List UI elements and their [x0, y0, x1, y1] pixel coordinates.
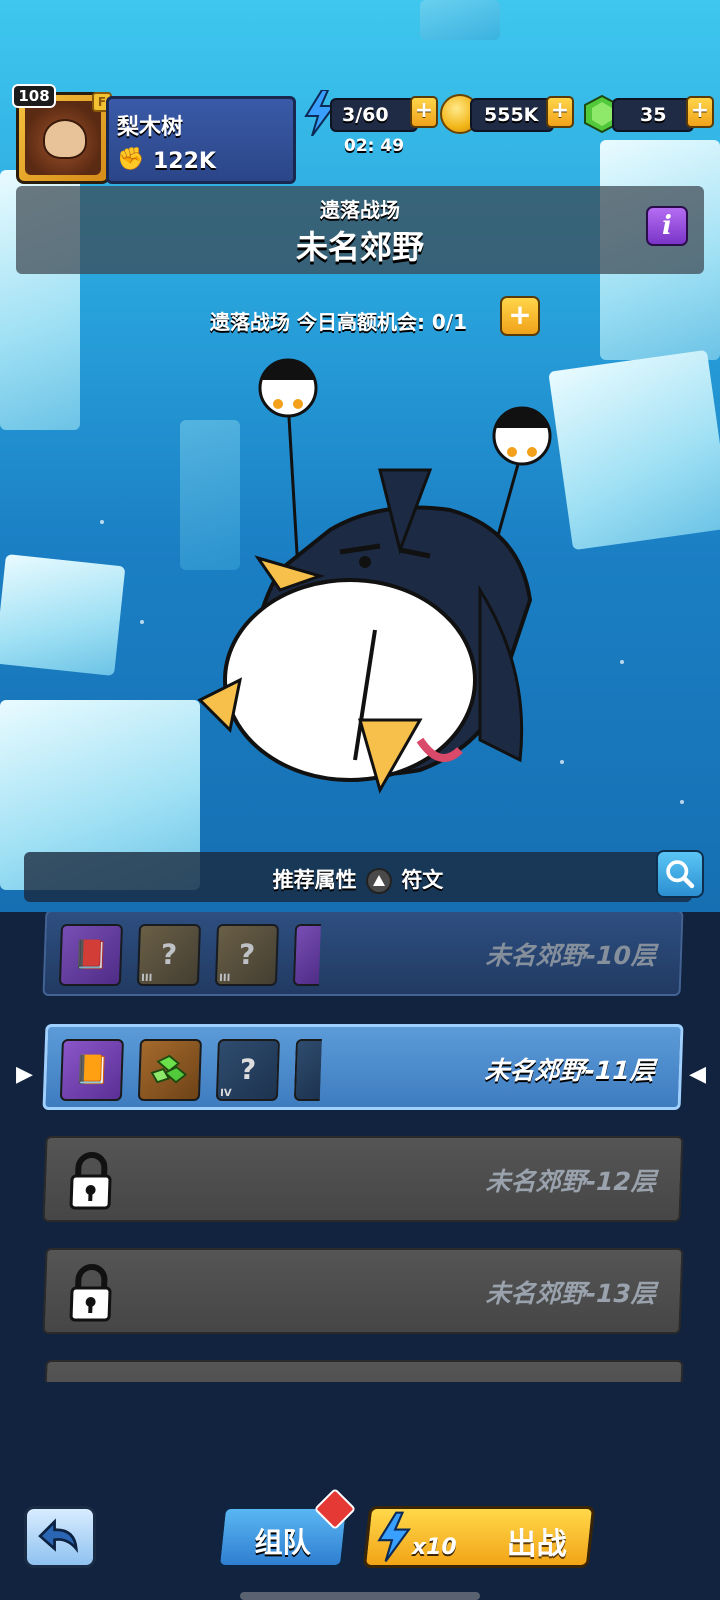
- stage-banner: 遗落战场 未名郊野 i: [16, 186, 704, 274]
- add-coins-button[interactable]: +: [546, 96, 574, 128]
- stage-category: 遗落战场: [320, 198, 400, 222]
- info-button[interactable]: i: [646, 206, 688, 246]
- floor-row-10[interactable]: 📕 ? III ? III 未名郊野-10层: [42, 912, 684, 996]
- reward-partial: [293, 1039, 322, 1101]
- home-indicator[interactable]: [240, 1592, 480, 1600]
- energy-value: 3/60: [342, 104, 389, 126]
- padlock-icon: [69, 1152, 112, 1210]
- book-icon: 📙: [73, 1053, 110, 1086]
- reward-tier: III: [218, 973, 231, 984]
- gem-pill: 35: [612, 98, 694, 132]
- coin-pill: 555K: [470, 98, 554, 132]
- ice-block: [0, 554, 126, 676]
- add-energy-button[interactable]: +: [410, 96, 438, 128]
- player-power: 122K: [153, 149, 216, 174]
- lightning-bolt-icon: [377, 1511, 411, 1562]
- floor-row-partial: [42, 1360, 684, 1382]
- floor-row-13[interactable]: 未名郊野-13层: [42, 1248, 684, 1334]
- reward-unknown[interactable]: ? III: [136, 924, 202, 986]
- stage-title: 未名郊野: [295, 228, 424, 266]
- recommend-attribute-bar: 推荐属性 符文: [24, 852, 692, 902]
- rune-element-icon: [366, 868, 392, 894]
- floor-label: 未名郊野-13层: [485, 1279, 657, 1308]
- floor-label: 未名郊野-11层: [484, 1056, 656, 1085]
- boss-penguin-illustration: [197, 358, 552, 794]
- floor-label: 未名郊野-12层: [485, 1167, 657, 1196]
- selected-row-right-arrow-icon: ◀: [689, 1062, 706, 1087]
- reward-gems[interactable]: [137, 1039, 202, 1101]
- reward-skill-book[interactable]: 📙: [59, 1039, 124, 1101]
- floor-row-12[interactable]: 未名郊野-12层: [42, 1136, 684, 1222]
- floor-label: 未名郊野-10层: [485, 941, 657, 970]
- reward-unknown[interactable]: ? IV: [215, 1039, 280, 1101]
- reward-tier: III: [140, 973, 153, 984]
- team-up-label: 组队: [254, 1526, 311, 1559]
- ice-block: [548, 349, 720, 551]
- reward-unknown[interactable]: ? III: [214, 924, 280, 986]
- recommend-text: 推荐属性 符文: [24, 864, 692, 894]
- recommend-rune-label: 符文: [401, 868, 444, 892]
- battle-energy-cost: x10: [411, 1535, 457, 1560]
- padlock-icon: [69, 1264, 112, 1322]
- player-info-panel[interactable]: 梨木树 ✊ 122K: [106, 96, 296, 184]
- avatar-portrait: [25, 101, 101, 175]
- unknown-reward-icon: ?: [239, 1053, 257, 1086]
- player-name: 梨木树: [117, 115, 184, 140]
- reward-tier: IV: [219, 1088, 232, 1099]
- coin-value: 555K: [484, 104, 539, 126]
- start-battle-label: 出战: [506, 1527, 567, 1562]
- unknown-reward-icon: ?: [160, 938, 178, 971]
- ice-block: [420, 0, 500, 40]
- add-gems-button[interactable]: +: [686, 96, 714, 128]
- back-button[interactable]: [24, 1506, 96, 1568]
- unknown-reward-icon: ?: [238, 938, 256, 971]
- recommend-label: 推荐属性: [272, 868, 357, 892]
- energy-pill: 3/60: [330, 98, 418, 132]
- floor-list[interactable]: 📕 ? III ? III 未名郊野-10层 📙 ? IV 未名郊野-11层 未…: [0, 912, 720, 1382]
- selected-row-left-arrow-icon: ▶: [16, 1062, 33, 1087]
- magnifier-icon: [666, 860, 695, 889]
- energy-timer: 02: 49: [344, 136, 405, 156]
- floor-row-11[interactable]: 📙 ? IV 未名郊野-11层: [42, 1024, 684, 1110]
- power-fist-icon: ✊: [117, 147, 145, 172]
- green-gem-icon: [150, 1054, 188, 1084]
- player-level-badge: 108: [12, 84, 56, 108]
- back-arrow-icon: [38, 1518, 79, 1553]
- add-chance-button[interactable]: +: [500, 296, 540, 336]
- daily-chance-text: 遗落战场 今日高额机会: 0/1: [210, 310, 468, 334]
- reward-partial: [292, 924, 322, 986]
- start-battle-button[interactable]: x10 出战: [362, 1506, 596, 1568]
- gem-value: 35: [640, 104, 667, 126]
- reward-skill-book[interactable]: 📕: [58, 924, 124, 986]
- book-icon: 📕: [72, 938, 109, 971]
- search-button[interactable]: [656, 850, 704, 898]
